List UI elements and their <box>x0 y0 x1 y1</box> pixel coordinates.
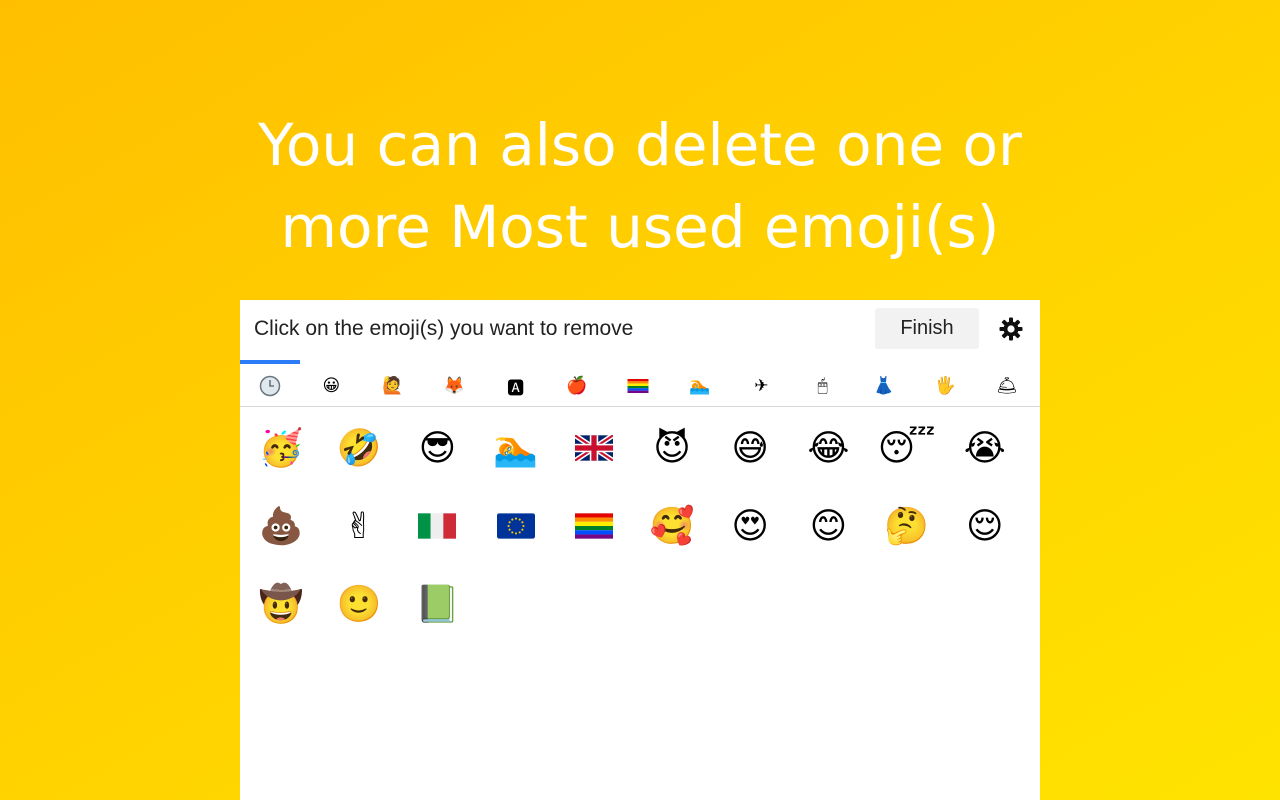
emoji-green-book[interactable]: 📗 <box>409 576 465 632</box>
apple-icon[interactable]: 🍎 <box>562 374 592 398</box>
emoji-grinning-face-with-sweat[interactable]: 😅 <box>722 420 778 476</box>
person-icon[interactable]: 🙋 <box>378 374 408 398</box>
panel-topbar: Click on the emoji(s) you want to remove… <box>240 300 1040 360</box>
headline-line-1: You can also delete one or <box>258 111 1022 179</box>
emoji-smiling-face-with-hearts[interactable]: 🥰 <box>644 498 700 554</box>
fox-icon[interactable]: 🦊 <box>439 374 469 398</box>
airplane-icon[interactable]: ✈ <box>746 374 776 398</box>
active-tab-indicator <box>240 360 300 364</box>
clock-icon[interactable] <box>255 374 285 398</box>
emoji-rolling-on-floor-laughing[interactable]: 🤣 <box>331 420 387 476</box>
emoji-rainbow-flag[interactable] <box>566 498 622 554</box>
instruction-text: Click on the emoji(s) you want to remove <box>254 317 634 340</box>
emoji-smiling-face-with-heart-eyes[interactable]: 😍 <box>722 498 778 554</box>
dress-icon[interactable]: 👗 <box>869 374 899 398</box>
emoji-loudly-crying-face[interactable]: 😭 <box>957 420 1013 476</box>
rainbow-flag-icon[interactable] <box>623 374 653 398</box>
emoji-relieved-face[interactable]: 😌 <box>957 498 1013 554</box>
emoji-victory-hand[interactable]: ✌ <box>331 498 387 554</box>
bell-icon[interactable]: 🛎 <box>992 374 1022 398</box>
emoji-panel: Click on the emoji(s) you want to remove… <box>240 300 1040 800</box>
headline: You can also delete one or more Most use… <box>0 104 1280 268</box>
gear-icon[interactable] <box>998 316 1024 342</box>
emoji-flag-united-kingdom[interactable] <box>566 420 622 476</box>
letter-a-icon[interactable]: 🅰 <box>501 374 531 399</box>
category-tabs: 😀 🙋 🦊 🅰 🍎 🏊 ✈ 🖱 👗 🖐 🛎 <box>240 360 1040 407</box>
raised-hand-icon[interactable]: 🖐 <box>930 374 960 398</box>
emoji-partying-face[interactable]: 🥳 <box>253 420 309 476</box>
emoji-smiling-face-with-sunglasses[interactable]: 😎 <box>409 420 465 476</box>
emoji-cowboy-hat-face[interactable]: 🤠 <box>253 576 309 632</box>
smiley-icon[interactable]: 😀 <box>316 374 346 398</box>
headline-line-2: more Most used emoji(s) <box>280 193 1000 261</box>
mouse-icon[interactable]: 🖱 <box>808 374 838 398</box>
emoji-sleeping-face[interactable]: 😴 <box>878 420 936 476</box>
emoji-smiling-face-with-smiling-eyes[interactable]: 😊 <box>800 498 856 554</box>
emoji-thinking-face[interactable]: 🤔 <box>879 498 935 554</box>
emoji-smiling-face-with-horns[interactable]: 😈 <box>644 420 700 476</box>
emoji-slightly-smiling-face[interactable]: 🙂 <box>331 576 387 632</box>
emoji-flag-italy[interactable] <box>409 498 465 554</box>
swimmer-icon[interactable]: 🏊 <box>685 374 715 398</box>
emoji-pile-of-poo[interactable]: 💩 <box>253 498 309 554</box>
emoji-flag-european-union[interactable] <box>488 498 544 554</box>
finish-button[interactable]: Finish <box>875 308 979 349</box>
emoji-face-with-tears-of-joy[interactable]: 😂 <box>800 420 856 476</box>
emoji-person-swimming[interactable]: 🏊 <box>488 420 544 476</box>
